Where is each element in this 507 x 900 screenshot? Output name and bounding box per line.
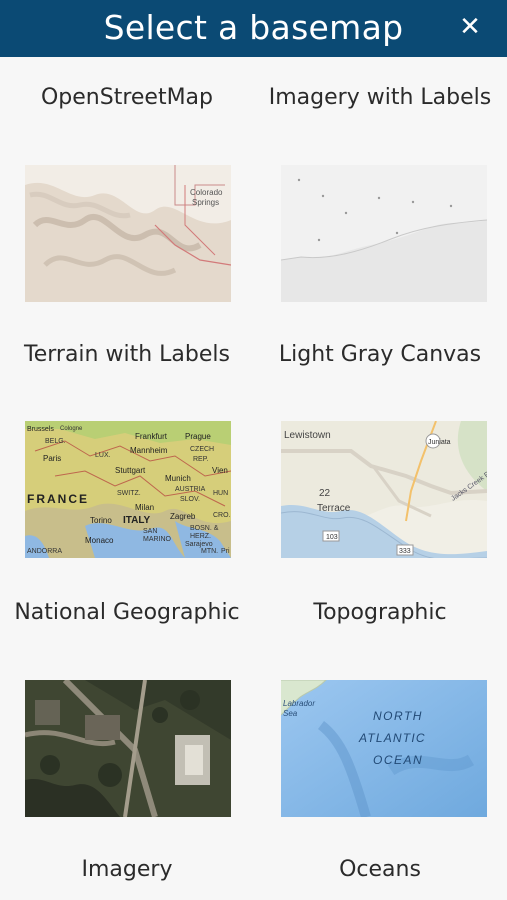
map-text-route-333: 333 (399, 548, 411, 555)
map-text-springs: Springs (192, 198, 219, 207)
map-text-route-22: Juniata (428, 439, 451, 446)
map-text-rep: REP. (193, 456, 208, 463)
map-text-bosn: BOSN. & (190, 525, 219, 532)
map-text-sarajevo: Sarajevo (185, 541, 213, 548)
map-text-zagreb: Zagreb (170, 512, 196, 521)
map-text-north: NORTH (373, 709, 423, 723)
map-text-prague: Prague (185, 432, 211, 441)
imagery-map-image (25, 680, 231, 817)
basemap-thumbnail-topographic[interactable]: Juniata Lewistown 22 Terrace Jacks Creek… (281, 421, 487, 558)
map-text-brussels: Brussels (27, 426, 54, 433)
basemap-label-imagery[interactable]: Imagery (0, 857, 254, 882)
map-text-lux: LUX. (95, 452, 111, 459)
basemap-label-imagery-with-labels[interactable]: Imagery with Labels (253, 85, 507, 110)
map-text-labrador: Labrador (283, 699, 315, 708)
map-text-juniata: 22 (319, 488, 331, 499)
basemap-thumbnail-europe[interactable]: Brussels Cologne BELG. Frankfurt Prague … (25, 421, 231, 558)
map-text-slov: SLOV. (180, 496, 200, 503)
light-gray-map-image (281, 165, 487, 302)
map-text-ocean: OCEAN (373, 753, 423, 767)
map-text-switz: SWITZ. (117, 490, 141, 497)
map-text-marino: MARINO (143, 536, 172, 543)
map-text-colorado: Colorado (190, 188, 223, 197)
terrain-map-image: Colorado Springs (25, 165, 231, 302)
map-text-terrace: Terrace (317, 503, 351, 514)
basemap-thumbnail-imagery[interactable] (25, 680, 231, 817)
map-text-frankfurt: Frankfurt (135, 432, 168, 441)
europe-map-image: Brussels Cologne BELG. Frankfurt Prague … (25, 421, 231, 558)
basemap-label-national-geographic[interactable]: National Geographic (0, 600, 254, 625)
map-text-cro: CRO. (213, 512, 231, 519)
basemap-label-terrain-with-labels[interactable]: Terrain with Labels (0, 342, 254, 367)
map-text-czech: CZECH (190, 446, 214, 453)
map-text-austria: AUSTRIA (175, 486, 206, 493)
map-text-sea: Sea (283, 709, 298, 718)
basemap-thumbnail-oceans[interactable]: Labrador Sea NORTH ATLANTIC OCEAN (281, 680, 487, 817)
basemap-label-openstreetmap[interactable]: OpenStreetMap (0, 85, 254, 110)
map-text-paris: Paris (43, 454, 61, 463)
close-icon[interactable]: ✕ (455, 10, 485, 44)
map-text-san: SAN (143, 528, 157, 535)
map-text-route-103: 103 (326, 534, 338, 541)
oceans-map-image: Labrador Sea NORTH ATLANTIC OCEAN (281, 680, 487, 817)
topographic-map-image: Juniata Lewistown 22 Terrace Jacks Creek… (281, 421, 487, 558)
map-text-torino: Torino (90, 516, 112, 525)
basemap-thumbnail-light-gray[interactable] (281, 165, 487, 302)
map-text-france: FRANCE (27, 492, 89, 506)
basemap-label-oceans[interactable]: Oceans (253, 857, 507, 882)
map-text-mtn: MTN. (201, 548, 218, 555)
basemap-label-topographic[interactable]: Topographic (253, 600, 507, 625)
map-text-atlantic: ATLANTIC (358, 731, 426, 745)
map-text-stuttgart: Stuttgart (115, 466, 146, 475)
map-text-belg: BELG. (45, 438, 66, 445)
map-text-lewistown: Lewistown (284, 430, 331, 441)
map-text-herz: HERZ. (190, 533, 211, 540)
map-text-vien: Vien (212, 466, 228, 475)
map-text-andorra: ANDORRA (27, 548, 62, 555)
map-text-milan: Milan (135, 503, 154, 512)
map-text-italy: ITALY (123, 515, 151, 526)
map-text-munich: Munich (165, 474, 191, 483)
map-text-monaco: Monaco (85, 536, 114, 545)
map-text-cologne: Cologne (60, 426, 83, 432)
dialog-header: Select a basemap ✕ (0, 0, 507, 57)
dialog-title: Select a basemap (103, 8, 404, 47)
map-text-pri: Pri (221, 548, 230, 555)
map-text-hun: HUN (213, 490, 228, 497)
map-text-mannheim: Mannheim (130, 446, 168, 455)
basemap-thumbnail-terrain[interactable]: Colorado Springs (25, 165, 231, 302)
basemap-label-light-gray-canvas[interactable]: Light Gray Canvas (253, 342, 507, 367)
